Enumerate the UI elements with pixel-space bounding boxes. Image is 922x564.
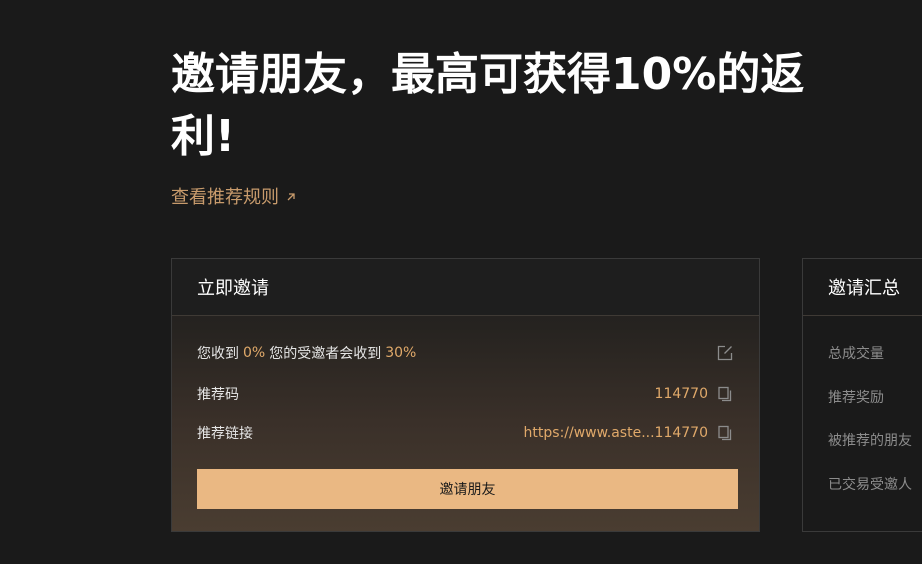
referral-code-value: 114770 [654,386,708,402]
copy-icon[interactable] [716,424,734,442]
invitee-receives-label: 您的受邀者会收到 [269,346,382,362]
referral-link-value: https://www.aste...114770 [523,425,708,441]
referral-link-label: 推荐链接 [197,426,253,442]
you-receive-label: 您收到 [197,346,239,362]
referral-code-label: 推荐码 [197,387,239,403]
invite-friends-button[interactable]: 邀请朋友 [197,469,738,509]
summary-traded-invitees: 已交易受邀人 [828,477,912,493]
commission-row: 您收到 0% 您的受邀者会收到 30% [197,341,734,365]
invite-card-header: 立即邀请 [172,259,759,316]
invite-summary-card: 邀请汇总 总成交量 推荐奖励 被推荐的朋友 已交易受邀人 [802,258,922,532]
summary-total-volume: 总成交量 [828,346,884,362]
copy-icon[interactable] [716,385,734,403]
invitee-receives-value: 30% [385,345,417,361]
summary-card-header: 邀请汇总 [803,259,922,316]
summary-referred-friends: 被推荐的朋友 [828,433,912,449]
summary-card-title: 邀请汇总 [828,278,900,299]
summary-referral-rewards: 推荐奖励 [828,390,884,406]
view-referral-rules-link[interactable]: 查看推荐规则 [171,185,297,211]
page-title: 邀请朋友，最高可获得10%的返利! [171,49,805,162]
you-receive-value: 0% [243,345,266,361]
invite-card-title: 立即邀请 [197,278,269,299]
referral-code-row: 推荐码 114770 [197,382,734,406]
edit-icon[interactable] [716,344,734,362]
arrow-up-right-icon [285,185,297,211]
referral-page: 邀请朋友，最高可获得10%的返利! 查看推荐规则 立即邀请 您收到 0% 您的受… [0,0,922,564]
referral-link-row: 推荐链接 https://www.aste...114770 [197,421,734,445]
invite-card: 立即邀请 您收到 0% 您的受邀者会收到 30% 推荐码 114770 推荐链接… [171,258,760,532]
rules-link-label: 查看推荐规则 [171,187,279,208]
